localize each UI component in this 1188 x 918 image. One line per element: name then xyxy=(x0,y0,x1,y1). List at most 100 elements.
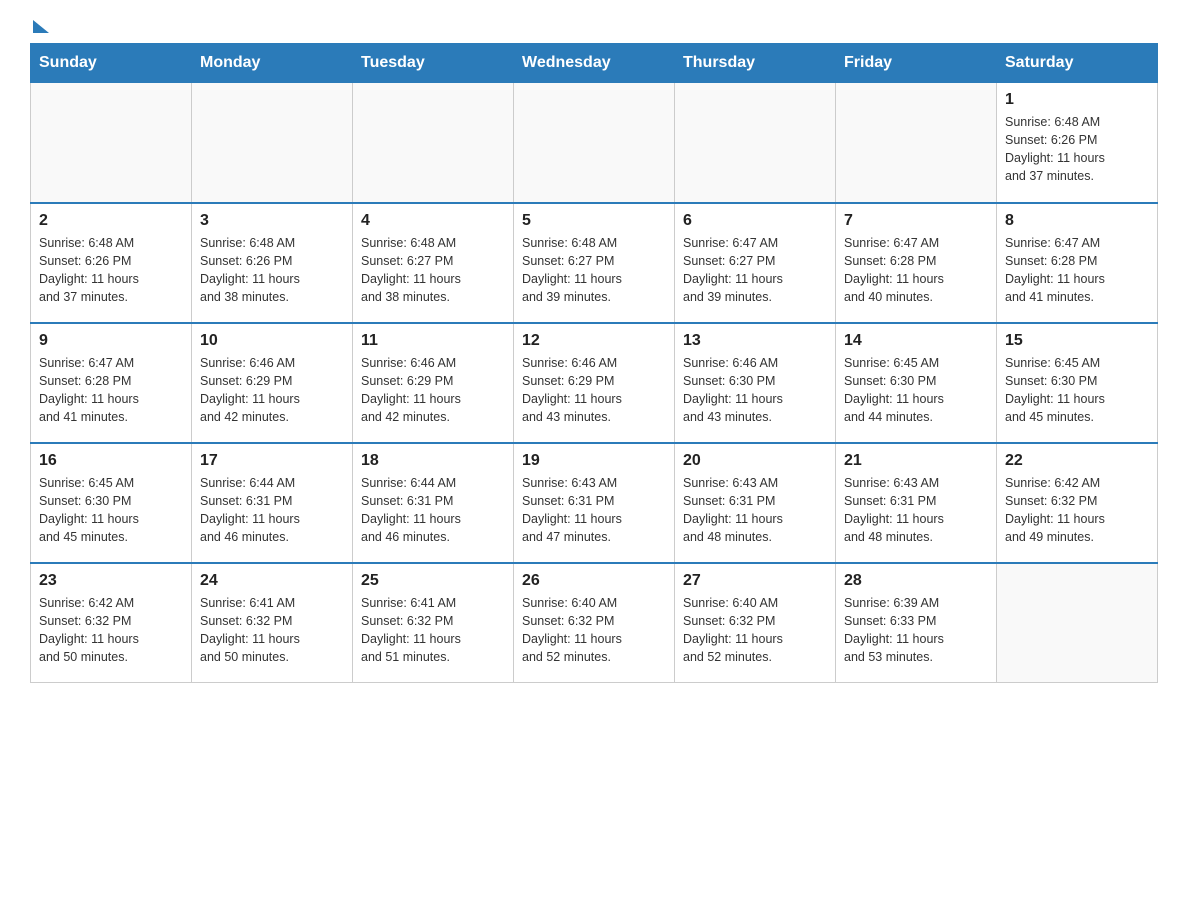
day-number: 24 xyxy=(200,572,344,590)
day-number: 13 xyxy=(683,332,827,350)
day-number: 9 xyxy=(39,332,183,350)
day-info: Sunrise: 6:43 AM Sunset: 6:31 PM Dayligh… xyxy=(683,474,827,547)
day-info: Sunrise: 6:47 AM Sunset: 6:28 PM Dayligh… xyxy=(844,234,988,307)
day-number: 5 xyxy=(522,212,666,230)
day-number: 8 xyxy=(1005,212,1149,230)
calendar-cell: 16 Sunrise: 6:45 AM Sunset: 6:30 PM Dayli… xyxy=(31,443,192,563)
day-number: 21 xyxy=(844,452,988,470)
calendar-cell: 19 Sunrise: 6:43 AM Sunset: 6:31 PM Dayli… xyxy=(514,443,675,563)
calendar-cell xyxy=(514,83,675,203)
logo-arrow-icon xyxy=(33,20,49,33)
weekday-header-monday: Monday xyxy=(192,44,353,83)
day-number: 6 xyxy=(683,212,827,230)
weekday-header-friday: Friday xyxy=(836,44,997,83)
day-info: Sunrise: 6:47 AM Sunset: 6:27 PM Dayligh… xyxy=(683,234,827,307)
day-info: Sunrise: 6:45 AM Sunset: 6:30 PM Dayligh… xyxy=(39,474,183,547)
logo xyxy=(30,20,49,27)
day-number: 12 xyxy=(522,332,666,350)
weekday-header-saturday: Saturday xyxy=(997,44,1158,83)
day-info: Sunrise: 6:41 AM Sunset: 6:32 PM Dayligh… xyxy=(200,594,344,667)
calendar-cell: 25 Sunrise: 6:41 AM Sunset: 6:32 PM Dayli… xyxy=(353,563,514,683)
day-number: 26 xyxy=(522,572,666,590)
day-number: 4 xyxy=(361,212,505,230)
day-info: Sunrise: 6:42 AM Sunset: 6:32 PM Dayligh… xyxy=(1005,474,1149,547)
day-info: Sunrise: 6:47 AM Sunset: 6:28 PM Dayligh… xyxy=(1005,234,1149,307)
calendar-cell: 9Sunrise: 6:47 AM Sunset: 6:28 PM Daylig… xyxy=(31,323,192,443)
calendar-cell: 27 Sunrise: 6:40 AM Sunset: 6:32 PM Dayli… xyxy=(675,563,836,683)
calendar-cell xyxy=(675,83,836,203)
calendar-cell: 10Sunrise: 6:46 AM Sunset: 6:29 PM Dayli… xyxy=(192,323,353,443)
day-info: Sunrise: 6:42 AM Sunset: 6:32 PM Dayligh… xyxy=(39,594,183,667)
day-number: 23 xyxy=(39,572,183,590)
day-number: 11 xyxy=(361,332,505,350)
week-row-2: 2Sunrise: 6:48 AM Sunset: 6:26 PM Daylig… xyxy=(31,203,1158,323)
weekday-header-sunday: Sunday xyxy=(31,44,192,83)
calendar-cell: 15 Sunrise: 6:45 AM Sunset: 6:30 PM Dayli… xyxy=(997,323,1158,443)
day-number: 10 xyxy=(200,332,344,350)
calendar-cell: 28Sunrise: 6:39 AM Sunset: 6:33 PM Dayli… xyxy=(836,563,997,683)
calendar-cell: 6 Sunrise: 6:47 AM Sunset: 6:27 PM Daylig… xyxy=(675,203,836,323)
calendar-table: SundayMondayTuesdayWednesdayThursdayFrid… xyxy=(30,43,1158,683)
day-info: Sunrise: 6:45 AM Sunset: 6:30 PM Dayligh… xyxy=(844,354,988,427)
day-info: Sunrise: 6:39 AM Sunset: 6:33 PM Dayligh… xyxy=(844,594,988,667)
day-number: 27 xyxy=(683,572,827,590)
day-info: Sunrise: 6:46 AM Sunset: 6:29 PM Dayligh… xyxy=(522,354,666,427)
day-info: Sunrise: 6:40 AM Sunset: 6:32 PM Dayligh… xyxy=(522,594,666,667)
weekday-header-wednesday: Wednesday xyxy=(514,44,675,83)
day-number: 18 xyxy=(361,452,505,470)
calendar-cell: 18 Sunrise: 6:44 AM Sunset: 6:31 PM Dayli… xyxy=(353,443,514,563)
day-info: Sunrise: 6:40 AM Sunset: 6:32 PM Dayligh… xyxy=(683,594,827,667)
calendar-cell xyxy=(192,83,353,203)
calendar-cell: 23 Sunrise: 6:42 AM Sunset: 6:32 PM Dayli… xyxy=(31,563,192,683)
week-row-3: 9Sunrise: 6:47 AM Sunset: 6:28 PM Daylig… xyxy=(31,323,1158,443)
day-info: Sunrise: 6:48 AM Sunset: 6:27 PM Dayligh… xyxy=(522,234,666,307)
calendar-cell xyxy=(31,83,192,203)
calendar-cell: 4 Sunrise: 6:48 AM Sunset: 6:27 PM Daylig… xyxy=(353,203,514,323)
calendar-cell: 20Sunrise: 6:43 AM Sunset: 6:31 PM Dayli… xyxy=(675,443,836,563)
day-number: 14 xyxy=(844,332,988,350)
calendar-cell: 24 Sunrise: 6:41 AM Sunset: 6:32 PM Dayli… xyxy=(192,563,353,683)
day-number: 3 xyxy=(200,212,344,230)
day-info: Sunrise: 6:43 AM Sunset: 6:31 PM Dayligh… xyxy=(522,474,666,547)
day-info: Sunrise: 6:46 AM Sunset: 6:29 PM Dayligh… xyxy=(361,354,505,427)
calendar-cell xyxy=(353,83,514,203)
calendar-cell: 22 Sunrise: 6:42 AM Sunset: 6:32 PM Dayli… xyxy=(997,443,1158,563)
day-info: Sunrise: 6:45 AM Sunset: 6:30 PM Dayligh… xyxy=(1005,354,1149,427)
day-info: Sunrise: 6:48 AM Sunset: 6:26 PM Dayligh… xyxy=(1005,113,1149,186)
weekday-header-row: SundayMondayTuesdayWednesdayThursdayFrid… xyxy=(31,44,1158,83)
day-number: 1 xyxy=(1005,91,1149,109)
day-info: Sunrise: 6:44 AM Sunset: 6:31 PM Dayligh… xyxy=(361,474,505,547)
calendar-cell: 11 Sunrise: 6:46 AM Sunset: 6:29 PM Dayli… xyxy=(353,323,514,443)
day-number: 17 xyxy=(200,452,344,470)
calendar-cell: 5 Sunrise: 6:48 AM Sunset: 6:27 PM Daylig… xyxy=(514,203,675,323)
calendar-cell: 14 Sunrise: 6:45 AM Sunset: 6:30 PM Dayli… xyxy=(836,323,997,443)
day-info: Sunrise: 6:41 AM Sunset: 6:32 PM Dayligh… xyxy=(361,594,505,667)
day-number: 22 xyxy=(1005,452,1149,470)
week-row-1: 1 Sunrise: 6:48 AM Sunset: 6:26 PM Daylig… xyxy=(31,83,1158,203)
day-number: 19 xyxy=(522,452,666,470)
calendar-cell: 7 Sunrise: 6:47 AM Sunset: 6:28 PM Daylig… xyxy=(836,203,997,323)
day-info: Sunrise: 6:48 AM Sunset: 6:27 PM Dayligh… xyxy=(361,234,505,307)
day-info: Sunrise: 6:43 AM Sunset: 6:31 PM Dayligh… xyxy=(844,474,988,547)
calendar-cell: 1 Sunrise: 6:48 AM Sunset: 6:26 PM Daylig… xyxy=(997,83,1158,203)
calendar-cell: 13 Sunrise: 6:46 AM Sunset: 6:30 PM Dayli… xyxy=(675,323,836,443)
day-number: 16 xyxy=(39,452,183,470)
day-info: Sunrise: 6:48 AM Sunset: 6:26 PM Dayligh… xyxy=(200,234,344,307)
day-number: 7 xyxy=(844,212,988,230)
calendar-cell: 3 Sunrise: 6:48 AM Sunset: 6:26 PM Daylig… xyxy=(192,203,353,323)
day-info: Sunrise: 6:48 AM Sunset: 6:26 PM Dayligh… xyxy=(39,234,183,307)
calendar-cell: 17 Sunrise: 6:44 AM Sunset: 6:31 PM Dayli… xyxy=(192,443,353,563)
calendar-cell: 26 Sunrise: 6:40 AM Sunset: 6:32 PM Dayli… xyxy=(514,563,675,683)
calendar-cell: 21 Sunrise: 6:43 AM Sunset: 6:31 PM Dayli… xyxy=(836,443,997,563)
weekday-header-tuesday: Tuesday xyxy=(353,44,514,83)
calendar-cell xyxy=(836,83,997,203)
calendar-cell: 8 Sunrise: 6:47 AM Sunset: 6:28 PM Daylig… xyxy=(997,203,1158,323)
header xyxy=(30,20,1158,27)
calendar-cell xyxy=(997,563,1158,683)
calendar-cell: 12 Sunrise: 6:46 AM Sunset: 6:29 PM Dayli… xyxy=(514,323,675,443)
day-number: 25 xyxy=(361,572,505,590)
day-info: Sunrise: 6:44 AM Sunset: 6:31 PM Dayligh… xyxy=(200,474,344,547)
day-number: 15 xyxy=(1005,332,1149,350)
day-info: Sunrise: 6:46 AM Sunset: 6:30 PM Dayligh… xyxy=(683,354,827,427)
week-row-4: 16 Sunrise: 6:45 AM Sunset: 6:30 PM Dayli… xyxy=(31,443,1158,563)
